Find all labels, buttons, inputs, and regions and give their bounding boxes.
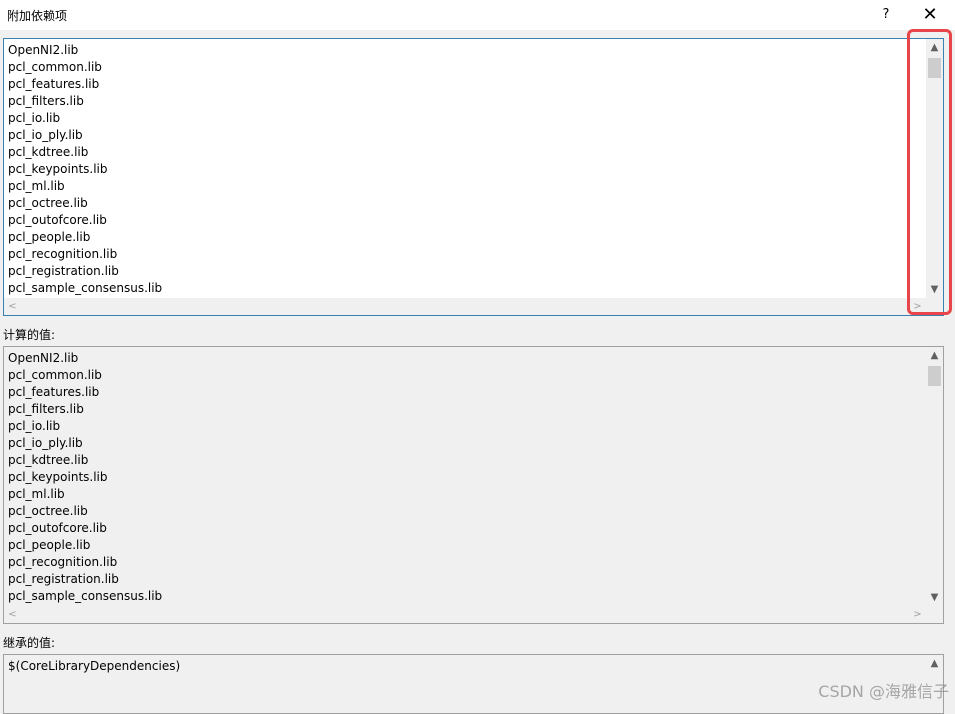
computed-line: OpenNI2.lib — [8, 351, 79, 365]
scroll-corner — [926, 606, 943, 623]
inherited-lines: $(CoreLibraryDependencies) — [8, 658, 923, 675]
chevron-up-icon[interactable]: ▲ — [926, 347, 943, 364]
scroll-corner — [926, 298, 943, 315]
chevron-right-icon[interactable]: > — [909, 606, 926, 623]
scrollbar-thumb[interactable] — [928, 58, 941, 78]
dependency-line: pcl_keypoints.lib — [8, 162, 108, 176]
dependency-line: pcl_filters.lib — [8, 94, 84, 108]
computed-line: pcl_filters.lib — [8, 402, 84, 416]
dependency-line: pcl_registration.lib — [8, 264, 119, 278]
chevron-down-icon[interactable]: ▼ — [926, 589, 943, 606]
inherited-line: $(CoreLibraryDependencies) — [8, 659, 181, 673]
dependency-line: pcl_io.lib — [8, 111, 61, 125]
dependency-line: OpenNI2.lib — [8, 43, 79, 57]
dependency-line: pcl_people.lib — [8, 230, 91, 244]
dependency-line: pcl_recognition.lib — [8, 247, 118, 261]
chevron-down-icon[interactable]: ▼ — [926, 281, 943, 298]
computed-values-label: 计算的值: — [3, 328, 56, 342]
dependency-line: pcl_features.lib — [8, 77, 100, 91]
chevron-right-icon[interactable]: > — [909, 298, 926, 315]
inherited-values-box: $(CoreLibraryDependencies) ▲ — [3, 654, 944, 714]
chevron-up-icon[interactable]: ▲ — [926, 39, 943, 56]
chevron-left-icon[interactable]: < — [4, 606, 21, 623]
computed-values-box: OpenNI2.lib pcl_common.lib pcl_features.li… — [3, 346, 944, 624]
scrollbar-thumb[interactable] — [928, 366, 941, 386]
chevron-up-icon[interactable]: ▲ — [926, 655, 943, 672]
computed-line: pcl_kdtree.lib — [8, 453, 89, 467]
dependency-line: pcl_common.lib — [8, 60, 102, 74]
dependency-line: pcl_outofcore.lib — [8, 213, 107, 227]
computed-line: pcl_outofcore.lib — [8, 521, 107, 535]
computed-lines: OpenNI2.lib pcl_common.lib pcl_features.li… — [8, 350, 923, 605]
dependency-line: pcl_kdtree.lib — [8, 145, 89, 159]
computed-line: pcl_keypoints.lib — [8, 470, 108, 484]
computed-line: pcl_io.lib — [8, 419, 61, 433]
editor-lines: OpenNI2.lib pcl_common.lib pcl_features.li… — [8, 42, 923, 297]
dependency-line: pcl_sample_consensus.lib — [8, 281, 163, 295]
computed-vertical-scrollbar[interactable]: ▲ ▼ — [926, 347, 943, 606]
computed-line: pcl_ml.lib — [8, 487, 65, 501]
title-bar: 附加依赖项 ? ✕ — [0, 0, 955, 30]
close-button[interactable]: ✕ — [918, 3, 942, 27]
computed-line: pcl_common.lib — [8, 368, 102, 382]
watermark: CSDN @海雅信子 — [818, 682, 949, 701]
dialog-title: 附加依赖项 — [7, 9, 68, 23]
computed-line: pcl_io_ply.lib — [8, 436, 83, 450]
help-button[interactable]: ? — [874, 3, 898, 27]
editor-horizontal-scrollbar[interactable]: < > — [4, 298, 926, 315]
dependency-line: pcl_io_ply.lib — [8, 128, 83, 142]
computed-line: pcl_sample_consensus.lib — [8, 589, 163, 603]
inherited-values-label: 继承的值: — [3, 636, 56, 650]
computed-line: pcl_people.lib — [8, 538, 91, 552]
dependency-line: pcl_ml.lib — [8, 179, 65, 193]
editor-vertical-scrollbar[interactable]: ▲ ▼ — [926, 39, 943, 298]
chevron-left-icon[interactable]: < — [4, 298, 21, 315]
computed-horizontal-scrollbar[interactable]: < > — [4, 606, 926, 623]
computed-line: pcl_octree.lib — [8, 504, 88, 518]
computed-line: pcl_registration.lib — [8, 572, 119, 586]
computed-line: pcl_features.lib — [8, 385, 100, 399]
dependencies-editor[interactable]: OpenNI2.lib pcl_common.lib pcl_features.li… — [3, 38, 944, 316]
computed-line: pcl_recognition.lib — [8, 555, 118, 569]
dependency-line: pcl_octree.lib — [8, 196, 88, 210]
